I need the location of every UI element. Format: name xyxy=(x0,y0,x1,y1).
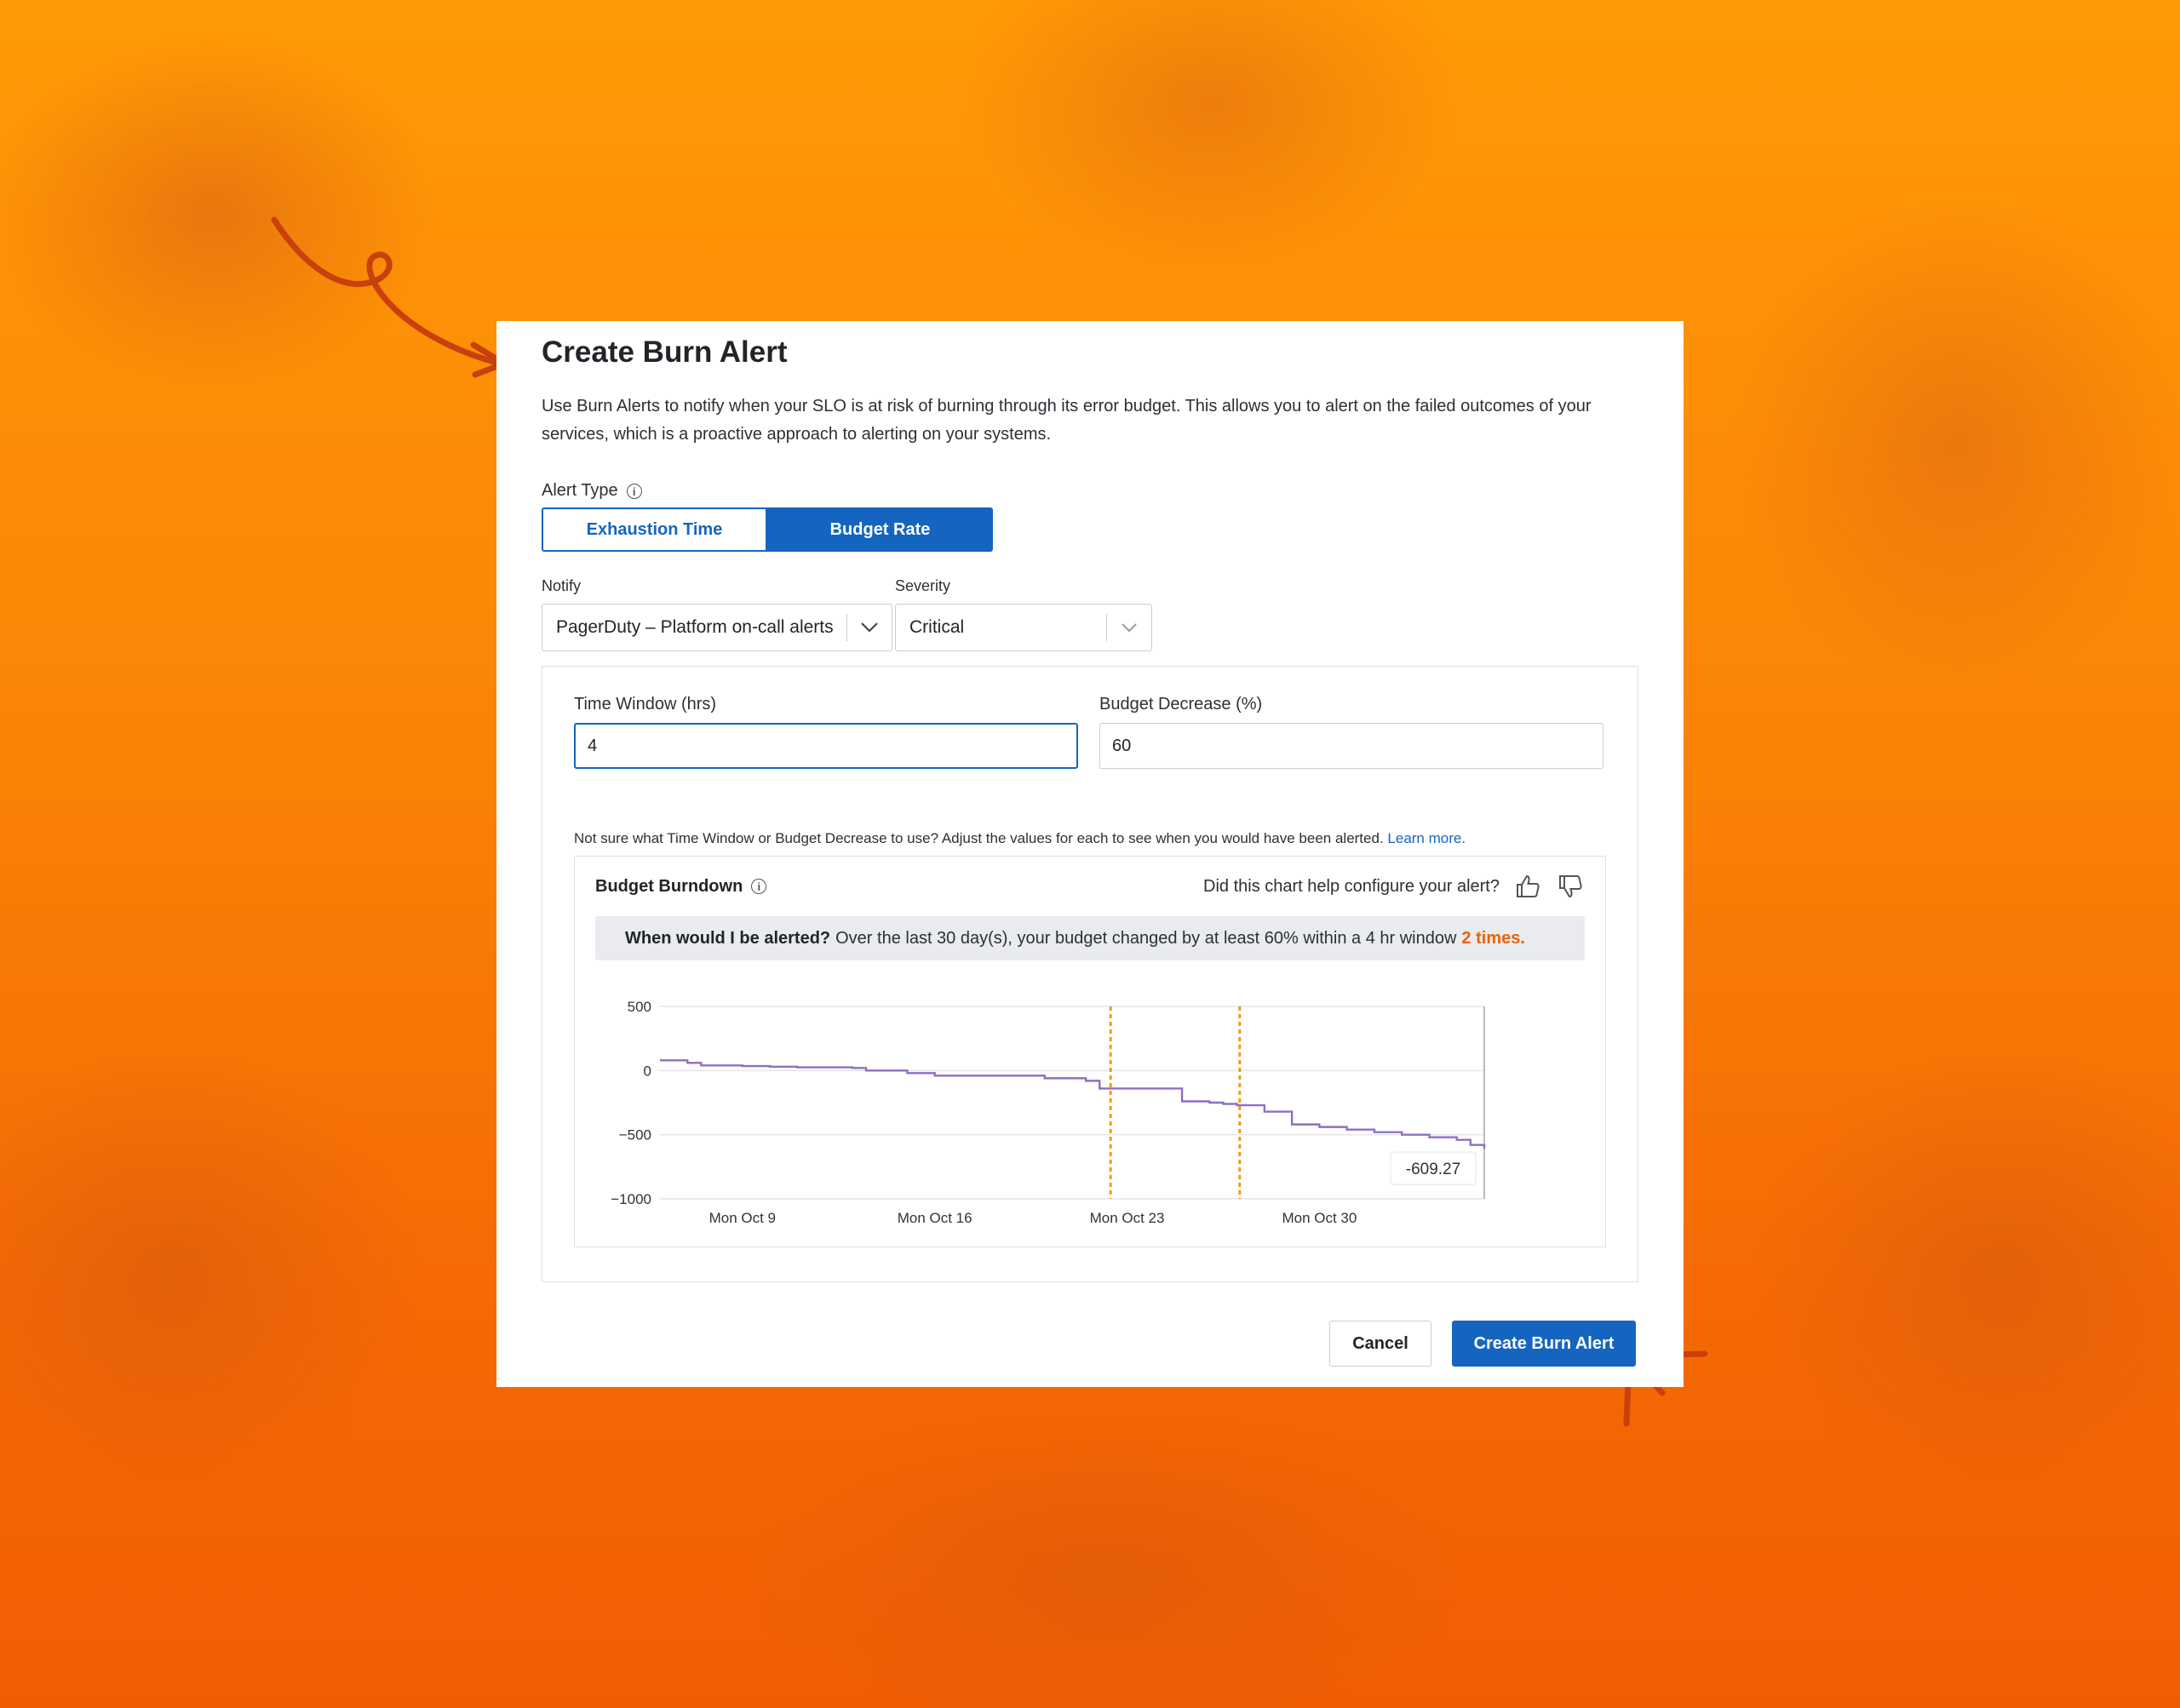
severity-label: Severity xyxy=(895,577,951,594)
chevron-down-icon[interactable] xyxy=(1107,622,1151,633)
alert-summary-banner: When would I be alerted? Over the last 3… xyxy=(595,916,1585,960)
value-annotation: -609.27 xyxy=(1406,1161,1460,1178)
chart-feedback: Did this chart help configure your alert… xyxy=(1203,872,1585,901)
severity-group: Severity Critical xyxy=(895,577,1152,651)
severity-value: Critical xyxy=(909,617,965,637)
thumbs-up-icon[interactable] xyxy=(1513,872,1542,901)
notify-group: Notify PagerDuty – Platform on-call aler… xyxy=(542,577,892,651)
cancel-button[interactable]: Cancel xyxy=(1329,1321,1431,1367)
severity-select[interactable]: Critical xyxy=(895,604,1152,651)
x-tick-label: Mon Oct 16 xyxy=(898,1210,972,1226)
chevron-down-icon[interactable] xyxy=(847,622,892,633)
budget-burndown-card: Budget Burndown i Did this chart help co… xyxy=(574,856,1606,1247)
hint-text: Not sure what Time Window or Budget Decr… xyxy=(574,830,1606,847)
create-burn-alert-dialog: Create Burn Alert Use Burn Alerts to not… xyxy=(496,321,1684,1387)
alert-type-label: Alert Type i xyxy=(542,481,1638,501)
x-tick-label: Mon Oct 9 xyxy=(709,1210,776,1226)
time-window-group: Time Window (hrs) 4 xyxy=(574,695,1078,769)
budget-rate-option[interactable]: Budget Rate xyxy=(767,507,993,552)
dialog-footer: Cancel Create Burn Alert xyxy=(1329,1321,1636,1367)
alert-type-label-text: Alert Type xyxy=(542,481,618,500)
learn-more-link[interactable]: Learn more. xyxy=(1387,830,1466,846)
dialog-description: Use Burn Alerts to notify when your SLO … xyxy=(542,397,1592,444)
banner-question: When would I be alerted? xyxy=(625,928,831,948)
y-tick-label: −500 xyxy=(619,1127,651,1143)
budget-rate-panel: Time Window (hrs) 4 Budget Decrease (%) … xyxy=(542,666,1638,1282)
spark-mark-3 xyxy=(1623,1378,1632,1427)
time-window-input[interactable]: 4 xyxy=(574,723,1078,769)
budget-decrease-label: Budget Decrease (%) xyxy=(1099,695,1263,714)
notify-select[interactable]: PagerDuty – Platform on-call alerts xyxy=(542,604,892,651)
burndown-line xyxy=(660,1059,1486,1149)
exhaustion-time-option[interactable]: Exhaustion Time xyxy=(542,507,767,552)
thumbs-down-icon[interactable] xyxy=(1556,872,1585,901)
dialog-title: Create Burn Alert xyxy=(542,335,788,369)
notify-value: PagerDuty – Platform on-call alerts xyxy=(556,617,834,637)
burndown-title-text: Budget Burndown xyxy=(595,876,743,896)
banner-text: Over the last 30 day(s), your budget cha… xyxy=(835,928,1457,948)
time-window-label: Time Window (hrs) xyxy=(574,695,717,714)
info-icon[interactable]: i xyxy=(626,483,642,499)
banner-times: 2 times. xyxy=(1461,928,1525,948)
arrow-squiggle xyxy=(271,216,497,365)
y-tick-label: 0 xyxy=(644,1063,651,1079)
budget-decrease-group: Budget Decrease (%) 60 xyxy=(1099,695,1603,769)
feedback-question: Did this chart help configure your alert… xyxy=(1203,876,1500,896)
burndown-chart: 500 0 −500 −1000 Mon Oct 9 Mon Oct 16 Mon Oct … xyxy=(611,999,1486,1226)
burndown-title: Budget Burndown i xyxy=(595,876,767,897)
alert-type-toggle: Exhaustion Time Budget Rate xyxy=(542,507,993,552)
budget-decrease-input[interactable]: 60 xyxy=(1099,723,1603,769)
notify-label: Notify xyxy=(542,577,582,594)
create-burn-alert-button[interactable]: Create Burn Alert xyxy=(1452,1321,1636,1367)
x-tick-label: Mon Oct 23 xyxy=(1090,1210,1165,1226)
x-tick-label: Mon Oct 30 xyxy=(1282,1210,1357,1226)
y-tick-label: 500 xyxy=(628,999,651,1015)
y-tick-label: −1000 xyxy=(611,1191,651,1207)
hint-body: Not sure what Time Window or Budget Decr… xyxy=(574,830,1384,846)
info-icon[interactable]: i xyxy=(751,879,767,894)
